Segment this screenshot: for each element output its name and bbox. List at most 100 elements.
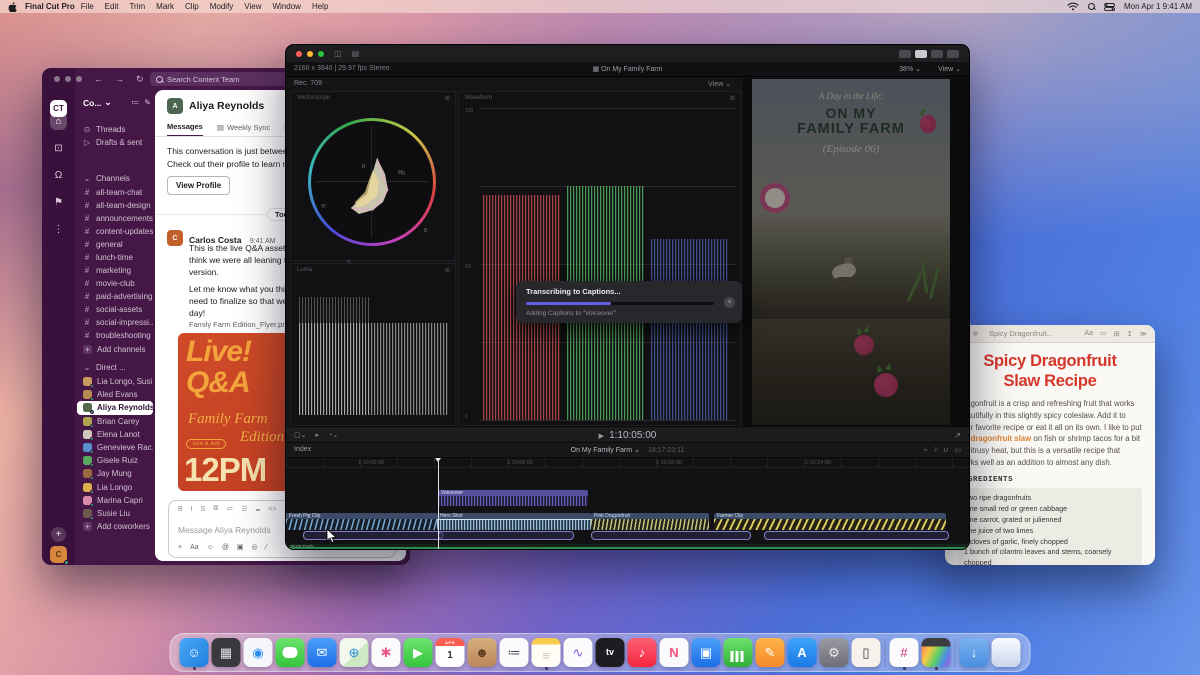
search-icon[interactable] <box>1088 3 1095 10</box>
close-button[interactable] <box>296 51 302 57</box>
channel-item[interactable]: # paid-advertising <box>77 290 153 303</box>
apple-menu-icon[interactable] <box>8 1 17 12</box>
dock-trash[interactable] <box>992 638 1021 667</box>
dock-downloads[interactable]: ↓ <box>960 638 989 667</box>
shortcut-icon[interactable]: ⁄ <box>266 544 267 551</box>
channel-item[interactable]: # all-team-design <box>77 199 153 212</box>
history-icon[interactable]: ↻ <box>136 74 144 85</box>
dock-slack[interactable]: # <box>890 638 919 667</box>
viewer-view-menu[interactable]: View ⌄ <box>938 65 961 73</box>
layout-viewer-button[interactable] <box>915 50 927 58</box>
composer-input[interactable]: Message Aliya Reynolds <box>178 525 271 535</box>
menu-app-name[interactable]: Final Cut Pro <box>25 2 75 11</box>
dock-reminders[interactable]: ≔ <box>500 638 529 667</box>
avatar[interactable]: C <box>167 230 183 246</box>
dm-item[interactable]: Brian Carey <box>77 415 153 428</box>
activity-icon[interactable]: Ω <box>50 167 67 184</box>
timeline-project-menu[interactable]: On My Family Farm ⌄ 18:17:23:11 <box>286 446 969 454</box>
caption-clip[interactable] <box>591 531 751 540</box>
dm-item[interactable]: Lia Longo, Susi... <box>77 375 153 388</box>
clip-appearance-icon[interactable]: ▭ <box>954 446 961 454</box>
channel-item[interactable]: # content-updates <box>77 225 153 238</box>
dms-section-header[interactable]: ⌄ Direct ... <box>77 361 153 374</box>
dms-icon[interactable]: ⊡ <box>50 140 67 157</box>
close-button[interactable] <box>54 76 60 82</box>
video-preview[interactable]: A Day in the Life: ON MY FAMILY FARM (Ep… <box>752 79 950 425</box>
threads-icon[interactable]: ⊙ Threads <box>77 123 153 136</box>
scope-settings-icon[interactable]: ⊞ <box>730 94 735 102</box>
drafts-icon[interactable]: ▷ Drafts & sent <box>77 136 153 149</box>
channel-item[interactable]: # all-team-chat <box>77 186 153 199</box>
timeline[interactable]: 1:10:00:001:10:08:001:10:16:001:10:24:00… <box>286 458 969 550</box>
window-controls[interactable] <box>54 76 82 82</box>
dock-freeform[interactable]: ∿ <box>564 638 593 667</box>
more-icon[interactable]: ⋮ <box>50 221 67 238</box>
skimming-icon[interactable]: ⌁ <box>924 446 928 454</box>
bold-icon[interactable]: B <box>178 506 183 513</box>
layout-timeline-button[interactable] <box>931 50 943 58</box>
dm-item[interactable]: Marina Capri <box>77 494 153 507</box>
channel-item[interactable]: # social-impressi... <box>77 316 153 329</box>
dock-maps[interactable]: ⊕ <box>340 638 369 667</box>
tab-weekly-sync[interactable]: ▤Weekly Sync <box>217 122 270 137</box>
minimize-button[interactable] <box>307 51 313 57</box>
bullet-list-icon[interactable]: ☰ <box>241 505 247 513</box>
dock-finder[interactable]: ☺ <box>180 638 209 667</box>
strikethrough-icon[interactable]: S <box>201 506 206 513</box>
view-profile-button[interactable]: View Profile <box>167 176 230 195</box>
timeline-clip[interactable]: Pink Dragonfruit <box>591 513 709 530</box>
italic-icon[interactable]: I <box>191 506 193 513</box>
scopes-view-menu[interactable]: View ⌄ <box>708 80 731 88</box>
back-icon[interactable]: ← <box>94 74 103 84</box>
forward-icon[interactable]: → <box>115 74 124 84</box>
attach-plus-icon[interactable]: + <box>178 544 182 551</box>
music-track[interactable]: Stock Track <box>286 544 969 550</box>
dock-messages[interactable] <box>276 638 305 667</box>
channels-section-header[interactable]: ⌄ Channels <box>77 172 153 185</box>
dock-iphone-mirroring[interactable]: ▯ <box>852 638 881 667</box>
caption-clip[interactable] <box>303 531 443 540</box>
dm-item[interactable]: Susie Liu <box>77 507 153 520</box>
link-icon[interactable]: ⧉ <box>213 505 218 513</box>
layout-browser-button[interactable] <box>899 50 911 58</box>
attachment-header[interactable]: Family Farm Edition_Flyer.png ⌄ <box>189 320 299 329</box>
dock-appletv[interactable]: tv <box>596 638 625 667</box>
menu-item[interactable]: Modify <box>210 2 234 11</box>
playhead[interactable] <box>438 458 439 550</box>
dm-item[interactable]: Elena Lanot <box>77 428 153 441</box>
dock-keynote[interactable]: ▣ <box>692 638 721 667</box>
text-format-icon[interactable]: Aa <box>190 544 199 551</box>
zoom-level-menu[interactable]: 38% ⌄ <box>899 65 921 73</box>
compose-icon[interactable]: ✎ <box>144 98 151 107</box>
dock-facetime[interactable]: ▶ <box>404 638 433 667</box>
mention-icon[interactable]: @ <box>222 544 229 551</box>
channel-item[interactable]: # general <box>77 238 153 251</box>
minimize-button[interactable] <box>65 76 71 82</box>
dock-final-cut-pro[interactable] <box>922 638 951 667</box>
user-avatar[interactable]: C <box>50 546 67 563</box>
later-icon[interactable]: ⚑ <box>50 194 67 211</box>
dock-news[interactable]: N <box>660 638 689 667</box>
table-icon[interactable]: ⊞ <box>1114 330 1120 338</box>
avatar[interactable]: A <box>167 98 183 114</box>
code-icon[interactable]: <> <box>268 506 276 513</box>
dock-music[interactable]: ♪ <box>628 638 657 667</box>
wifi-icon[interactable] <box>1067 2 1079 11</box>
video-icon[interactable]: ▣ <box>237 543 244 551</box>
filter-icon[interactable]: ≔ <box>131 98 139 107</box>
dock-photos[interactable]: ✱ <box>372 638 401 667</box>
menu-item[interactable]: Trim <box>129 2 145 11</box>
scope-settings-icon[interactable]: ⊞ <box>445 94 450 102</box>
layout-inspector-button[interactable] <box>947 50 959 58</box>
audio-icon[interactable]: ◎ <box>252 543 258 551</box>
channel-item[interactable]: # troubleshooting <box>77 329 153 342</box>
tab-messages[interactable]: Messages <box>167 122 203 137</box>
rail-add-icon[interactable]: + <box>51 527 66 542</box>
dock-launchpad[interactable]: ▦ <box>212 638 241 667</box>
menu-item[interactable]: Edit <box>105 2 119 11</box>
channel-item[interactable]: # marketing <box>77 264 153 277</box>
dock-numbers[interactable] <box>724 638 753 667</box>
zoom-button[interactable] <box>973 331 978 336</box>
control-center-icon[interactable] <box>1104 3 1115 11</box>
scope-settings-icon[interactable]: ⊞ <box>445 266 450 274</box>
